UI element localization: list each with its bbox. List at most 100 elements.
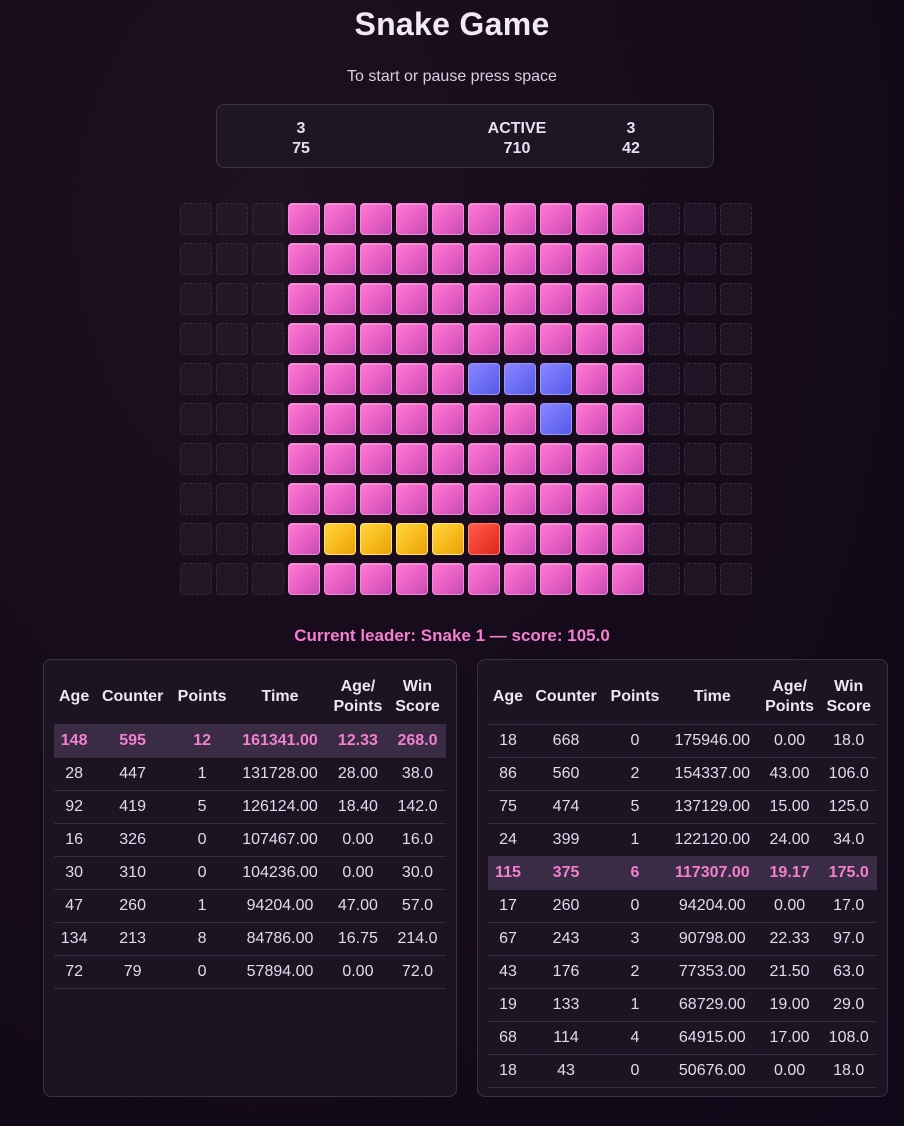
empty-cell — [180, 283, 212, 315]
game-state: ACTIVE — [487, 120, 547, 137]
empty-cell — [252, 483, 284, 515]
table-row: 17 260 0 94204.00 0.00 17.0 — [488, 889, 877, 923]
table-cell: 24 — [488, 823, 528, 857]
empty-cell — [648, 243, 680, 275]
left-stats-panel: Age Counter Points Time Age/Points Win Score 1… — [43, 659, 457, 1097]
body-cell — [540, 563, 572, 595]
empty-cell — [252, 283, 284, 315]
empty-cell — [648, 283, 680, 315]
body-cell — [612, 403, 644, 435]
table-row: 28 447 1 131728.00 28.00 38.0 — [54, 757, 446, 791]
table-cell: 474 — [527, 790, 605, 824]
empty-cell — [648, 443, 680, 475]
body-cell — [396, 363, 428, 395]
table-cell: 94204.00 — [665, 889, 759, 923]
table-cell: 115 — [488, 856, 528, 890]
table-cell: 108.0 — [820, 1021, 877, 1055]
body-cell — [324, 443, 356, 475]
table-cell: 18.0 — [820, 1054, 877, 1088]
empty-cell — [180, 363, 212, 395]
body-cell — [432, 243, 464, 275]
table-cell: 419 — [94, 790, 172, 824]
body-cell — [612, 203, 644, 235]
table-row: 18 43 0 50676.00 0.00 18.0 — [488, 1054, 877, 1088]
empty-cell — [720, 563, 752, 595]
table-cell: 1 — [604, 823, 666, 857]
body-cell — [612, 483, 644, 515]
body-cell — [432, 203, 464, 235]
table-cell: 560 — [527, 757, 605, 791]
left-header-4: Age/Points — [326, 670, 389, 725]
table-row: 67 243 3 90798.00 22.33 97.0 — [488, 922, 877, 956]
table-cell: 175946.00 — [665, 724, 759, 758]
table-cell: 114 — [527, 1021, 605, 1055]
body-cell — [540, 203, 572, 235]
right-header-5: Win Score — [820, 670, 877, 725]
empty-cell — [684, 563, 716, 595]
table-cell: 28 — [54, 757, 95, 791]
table-cell: 90798.00 — [665, 922, 759, 956]
table-cell: 107467.00 — [233, 823, 327, 857]
status-panel: ACTIVE 710 3 75 3 42 — [216, 104, 714, 168]
table-cell: 16.0 — [388, 823, 446, 857]
body-cell — [288, 283, 320, 315]
body-cell — [504, 483, 536, 515]
table-cell: 260 — [527, 889, 605, 923]
empty-cell — [216, 363, 248, 395]
table-cell: 30.0 — [388, 856, 446, 890]
empty-cell — [648, 523, 680, 555]
table-row: 19 133 1 68729.00 19.00 29.0 — [488, 988, 877, 1022]
snake-cell-yellow — [396, 523, 428, 555]
body-cell — [576, 283, 608, 315]
table-cell: 375 — [527, 856, 605, 890]
right-header-1: Counter — [527, 670, 605, 725]
table-cell: 122120.00 — [665, 823, 759, 857]
empty-cell — [684, 403, 716, 435]
table-cell: 17.00 — [758, 1021, 821, 1055]
table-cell: 214.0 — [388, 922, 446, 956]
table-row: 134 213 8 84786.00 16.75 214.0 — [54, 922, 446, 956]
table-cell: 2 — [604, 757, 666, 791]
body-cell — [396, 323, 428, 355]
table-cell: 16.75 — [326, 922, 389, 956]
empty-cell — [648, 323, 680, 355]
body-cell — [540, 283, 572, 315]
table-cell: 75 — [488, 790, 528, 824]
body-cell — [360, 363, 392, 395]
body-cell — [612, 363, 644, 395]
table-row: 92 419 5 126124.00 18.40 142.0 — [54, 790, 446, 824]
body-cell — [576, 443, 608, 475]
table-cell: 50676.00 — [665, 1054, 759, 1088]
empty-cell — [252, 443, 284, 475]
body-cell — [468, 323, 500, 355]
body-cell — [288, 483, 320, 515]
body-cell — [432, 443, 464, 475]
left-header-1: Counter — [94, 670, 172, 725]
table-cell: 68 — [488, 1021, 528, 1055]
game-counter: 710 — [503, 140, 531, 157]
body-cell — [396, 243, 428, 275]
table-cell: 43 — [488, 955, 528, 989]
empty-cell — [216, 203, 248, 235]
table-cell: 8 — [171, 922, 234, 956]
table-cell: 260 — [94, 889, 172, 923]
table-cell: 29.0 — [820, 988, 877, 1022]
snake-head-red — [468, 523, 500, 555]
table-cell: 21.50 — [758, 955, 821, 989]
table-cell: 97.0 — [820, 922, 877, 956]
table-row: 18 668 0 175946.00 0.00 18.0 — [488, 724, 877, 758]
empty-cell — [180, 443, 212, 475]
body-cell — [288, 203, 320, 235]
empty-cell — [648, 203, 680, 235]
body-cell — [504, 523, 536, 555]
right-header-4: Age/Points — [758, 670, 821, 725]
body-cell — [432, 403, 464, 435]
table-cell: 1 — [171, 889, 234, 923]
game-board[interactable] — [180, 203, 754, 597]
empty-cell — [684, 203, 716, 235]
table-cell: 43.00 — [758, 757, 821, 791]
left-header-0: Age — [54, 670, 95, 725]
body-cell — [468, 443, 500, 475]
body-cell — [396, 203, 428, 235]
table-cell: 243 — [527, 922, 605, 956]
